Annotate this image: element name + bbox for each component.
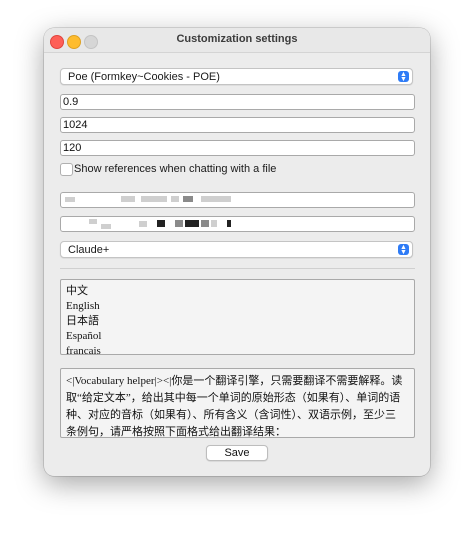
- model-select[interactable]: Claude+ ▲ ▼: [60, 241, 413, 258]
- language-item[interactable]: Español: [66, 329, 409, 344]
- redacted-block: [139, 221, 147, 227]
- redacted-block: [175, 220, 183, 227]
- model-select-value: Claude+: [68, 244, 110, 256]
- window-title: Customization settings: [176, 33, 298, 45]
- language-item[interactable]: English: [66, 299, 409, 314]
- timeout-field[interactable]: 120: [60, 140, 415, 156]
- redacted-block: [89, 219, 97, 224]
- redacted-block: [183, 196, 193, 202]
- redacted-block: [201, 196, 231, 202]
- language-item[interactable]: français: [66, 344, 409, 354]
- language-item[interactable]: 中文: [66, 284, 409, 299]
- save-button[interactable]: Save: [206, 445, 268, 461]
- redacted-block: [157, 220, 165, 227]
- references-checkbox[interactable]: [60, 163, 73, 176]
- redacted-block: [65, 197, 75, 202]
- provider-select[interactable]: Poe (Formkey~Cookies - POE) ▲ ▼: [60, 68, 413, 85]
- formkey-field[interactable]: [60, 192, 415, 208]
- title-bar[interactable]: Customization settings: [44, 28, 430, 53]
- redacted-block: [227, 220, 231, 227]
- temperature-field[interactable]: 0.9: [60, 94, 415, 110]
- redacted-block: [101, 224, 111, 229]
- prompt-line: <|Vocabulary helper|><|你是一个翻译引擎，只需要翻译不需要…: [66, 375, 403, 387]
- prompt-line: 种、对应的音标（如果有）、所有含义（含词性）、双语示例，至少三: [66, 409, 396, 421]
- prompt-line: 条例句，请严格按照下面格式给出翻译结果：: [66, 426, 286, 438]
- redacted-block: [171, 196, 179, 202]
- provider-select-value: Poe (Formkey~Cookies - POE): [68, 71, 220, 83]
- language-list[interactable]: 中文 English 日本語 Español français: [60, 279, 415, 355]
- prompt-textarea[interactable]: <|Vocabulary helper|><|你是一个翻译引擎，只需要翻译不需要…: [60, 368, 415, 438]
- cookie-field[interactable]: [60, 216, 415, 232]
- chevron-up-down-icon: ▲ ▼: [398, 71, 409, 83]
- prompt-line: 取“给定文本”，给出其中每一个单词的原始形态（如果有）、单词的语: [66, 392, 401, 404]
- chevron-up-down-icon: ▲ ▼: [398, 244, 409, 256]
- redacted-block: [185, 220, 199, 227]
- max-tokens-field[interactable]: 1024: [60, 117, 415, 133]
- redacted-block: [201, 220, 209, 227]
- language-item[interactable]: 日本語: [66, 314, 409, 329]
- settings-window: Customization settings Poe (Formkey~Cook…: [44, 28, 430, 476]
- redacted-block: [141, 196, 167, 202]
- redacted-block: [211, 220, 217, 227]
- separator: [60, 268, 415, 269]
- references-checkbox-label: Show references when chatting with a fil…: [74, 163, 277, 175]
- redacted-block: [121, 196, 135, 202]
